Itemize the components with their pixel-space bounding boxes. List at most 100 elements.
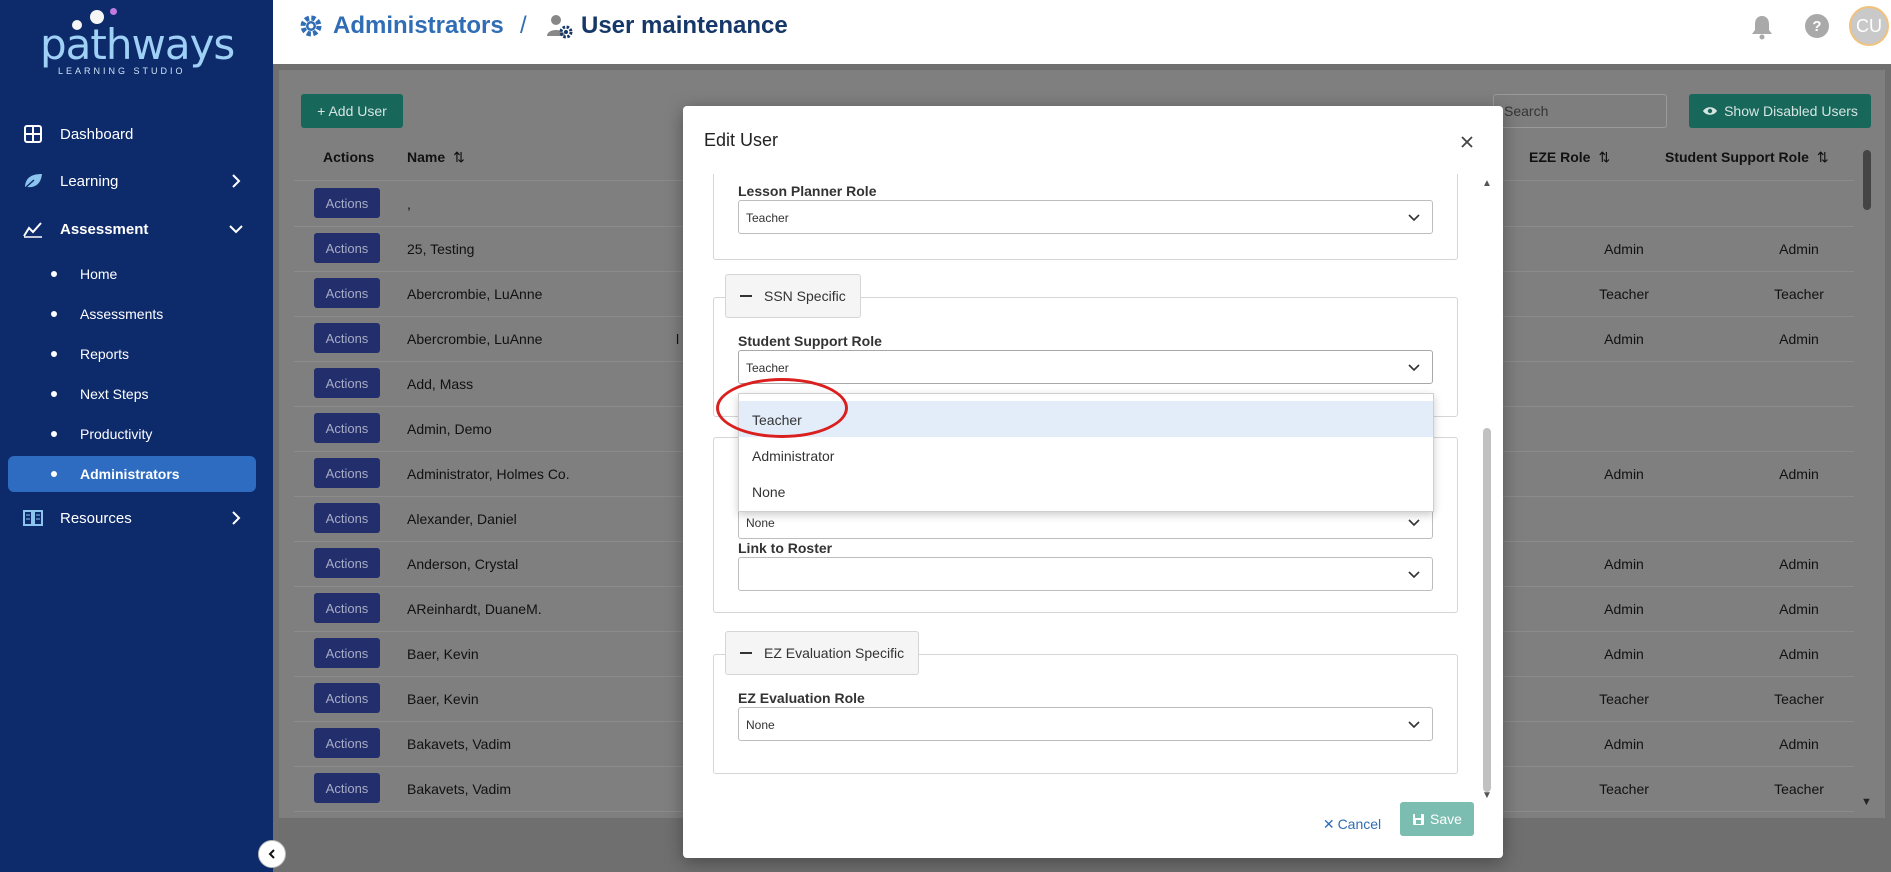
row-student-support-role-cell: Admin [1779,646,1819,662]
sidebar-subitem-home[interactable]: Home [8,256,256,292]
chevron-down-icon [229,225,243,234]
select-value: Teacher [746,211,789,225]
option-teacher[interactable]: Teacher [739,401,1433,437]
book-icon [22,508,44,528]
sidebar-subitem-label: Administrators [80,466,180,482]
row-actions-button[interactable]: Actions [314,593,380,623]
row-actions-button[interactable]: Actions [314,368,380,398]
sort-icon[interactable]: ⇅ [1817,149,1829,166]
row-actions-button[interactable]: Actions [314,683,380,713]
bullet-icon [51,431,57,437]
row-eze-role-cell: Teacher [1599,286,1649,302]
add-user-button[interactable]: + Add User [301,94,403,128]
student-support-role-select[interactable]: Teacher [738,350,1433,384]
table-scrollbar[interactable]: ▼ [1861,140,1872,820]
save-label: Save [1430,811,1462,827]
column-header-actions: Actions [323,149,375,165]
row-username-cell: l [676,331,680,347]
bullet-icon [51,471,57,477]
row-actions-button[interactable]: Actions [314,548,380,578]
search-input[interactable]: Search [1493,94,1667,128]
row-name-cell: Alexander, Daniel [407,511,517,527]
row-actions-button[interactable]: Actions [314,188,380,218]
leaf-icon [22,171,44,191]
chevron-right-icon [232,174,241,188]
row-actions-button[interactable]: Actions [314,323,380,353]
sort-icon[interactable]: ⇅ [1598,149,1610,166]
scroll-down-icon[interactable]: ▼ [1482,790,1492,801]
sidebar-subitem-assessments[interactable]: Assessments [8,296,256,332]
row-name-cell: 25, Testing [407,241,475,257]
row-actions-button[interactable]: Actions [314,503,380,533]
sidebar-item-resources[interactable]: Resources [0,498,273,538]
ez-evaluation-role-label: EZ Evaluation Role [738,690,865,706]
column-header-eze-role[interactable]: EZE Role ⇅ [1529,146,1610,168]
avatar[interactable]: CU [1849,6,1889,46]
row-eze-role-cell: Teacher [1599,691,1649,707]
sidebar-subitem-next-steps[interactable]: Next Steps [8,376,256,412]
column-header-name[interactable]: Name ⇅ [407,146,465,168]
ssn-specific-legend[interactable]: SSN Specific [725,274,861,318]
sidebar-item-learning[interactable]: Learning [0,161,273,201]
row-actions-button[interactable]: Actions [314,413,380,443]
link-to-roster-label: Link to Roster [738,540,833,556]
select-value: None [746,718,775,732]
row-eze-role-cell: Admin [1604,241,1644,257]
row-actions-button[interactable]: Actions [314,233,380,263]
row-actions-button[interactable]: Actions [314,638,380,668]
breadcrumb-administrators[interactable]: Administrators [297,10,504,42]
option-administrator[interactable]: Administrator [739,437,1433,473]
bell-icon[interactable] [1750,14,1774,40]
row-name-cell: , [407,196,411,212]
sidebar-item-label: Dashboard [60,125,134,143]
cancel-button[interactable]: ✕ Cancel [1320,808,1384,840]
chevron-down-icon [1408,364,1420,372]
row-eze-role-cell: Admin [1604,646,1644,662]
option-none[interactable]: None [739,473,1433,509]
ez-evaluation-role-select[interactable]: None [738,707,1433,741]
sidebar-subitem-label: Reports [80,346,130,362]
sidebar-item-assessment[interactable]: Assessment [0,209,273,249]
dialog-body: Lesson Planner Role Teacher SSN Specific… [683,174,1503,796]
row-name-cell: Baer, Kevin [407,691,479,707]
row-actions-button[interactable]: Actions [314,728,380,758]
row-actions-button[interactable]: Actions [314,458,380,488]
ez-evaluation-legend[interactable]: EZ Evaluation Specific [725,631,920,675]
sidebar-item-dashboard[interactable]: Dashboard [0,114,273,154]
dialog-scrollbar[interactable]: ▲ ▼ [1482,178,1492,801]
scroll-up-icon[interactable]: ▲ [1482,178,1492,189]
column-header-student-support-role[interactable]: Student Support Role ⇅ [1665,146,1829,168]
help-icon[interactable]: ? [1805,14,1829,38]
student-support-role-label: Student Support Role [738,333,882,349]
sidebar-subitem-label: Productivity [80,426,153,442]
lesson-planner-role-select[interactable]: Teacher [738,200,1433,234]
scrollbar-thumb[interactable] [1863,150,1871,210]
sidebar-subitem-administrators[interactable]: Administrators [8,456,256,492]
sidebar-subitem-productivity[interactable]: Productivity [8,416,256,452]
row-eze-role-cell: Admin [1604,601,1644,617]
close-icon[interactable] [1457,132,1477,152]
link-to-roster-select[interactable] [738,557,1433,591]
row-actions-button[interactable]: Actions [314,773,380,803]
row-student-support-role-cell: Admin [1779,736,1819,752]
select-value: Teacher [746,361,789,375]
sidebar-item-label: Assessment [60,220,149,238]
sidebar-subitem-label: Next Steps [80,386,149,402]
sidebar: pathways LEARNING STUDIO Dashboard Learn… [0,0,273,872]
cancel-label: Cancel [1337,816,1382,832]
row-eze-role-cell: Admin [1604,466,1644,482]
page-title: User maintenance [545,10,788,42]
sidebar-collapse-button[interactable] [258,840,286,868]
column-header-label: Student Support Role [1665,149,1809,165]
row-actions-button[interactable]: Actions [314,278,380,308]
save-button[interactable]: Save [1400,802,1474,836]
row-student-support-role-cell: Admin [1779,241,1819,257]
pathways-logo[interactable]: pathways LEARNING STUDIO [38,6,235,76]
show-disabled-users-button[interactable]: Show Disabled Users [1689,94,1871,128]
row-student-support-role-cell: Admin [1779,331,1819,347]
scroll-down-icon[interactable]: ▼ [1861,796,1872,808]
dashboard-icon [22,124,44,144]
sort-icon[interactable]: ⇅ [453,149,465,166]
sidebar-subitem-reports[interactable]: Reports [8,336,256,372]
scrollbar-thumb[interactable] [1483,428,1491,792]
